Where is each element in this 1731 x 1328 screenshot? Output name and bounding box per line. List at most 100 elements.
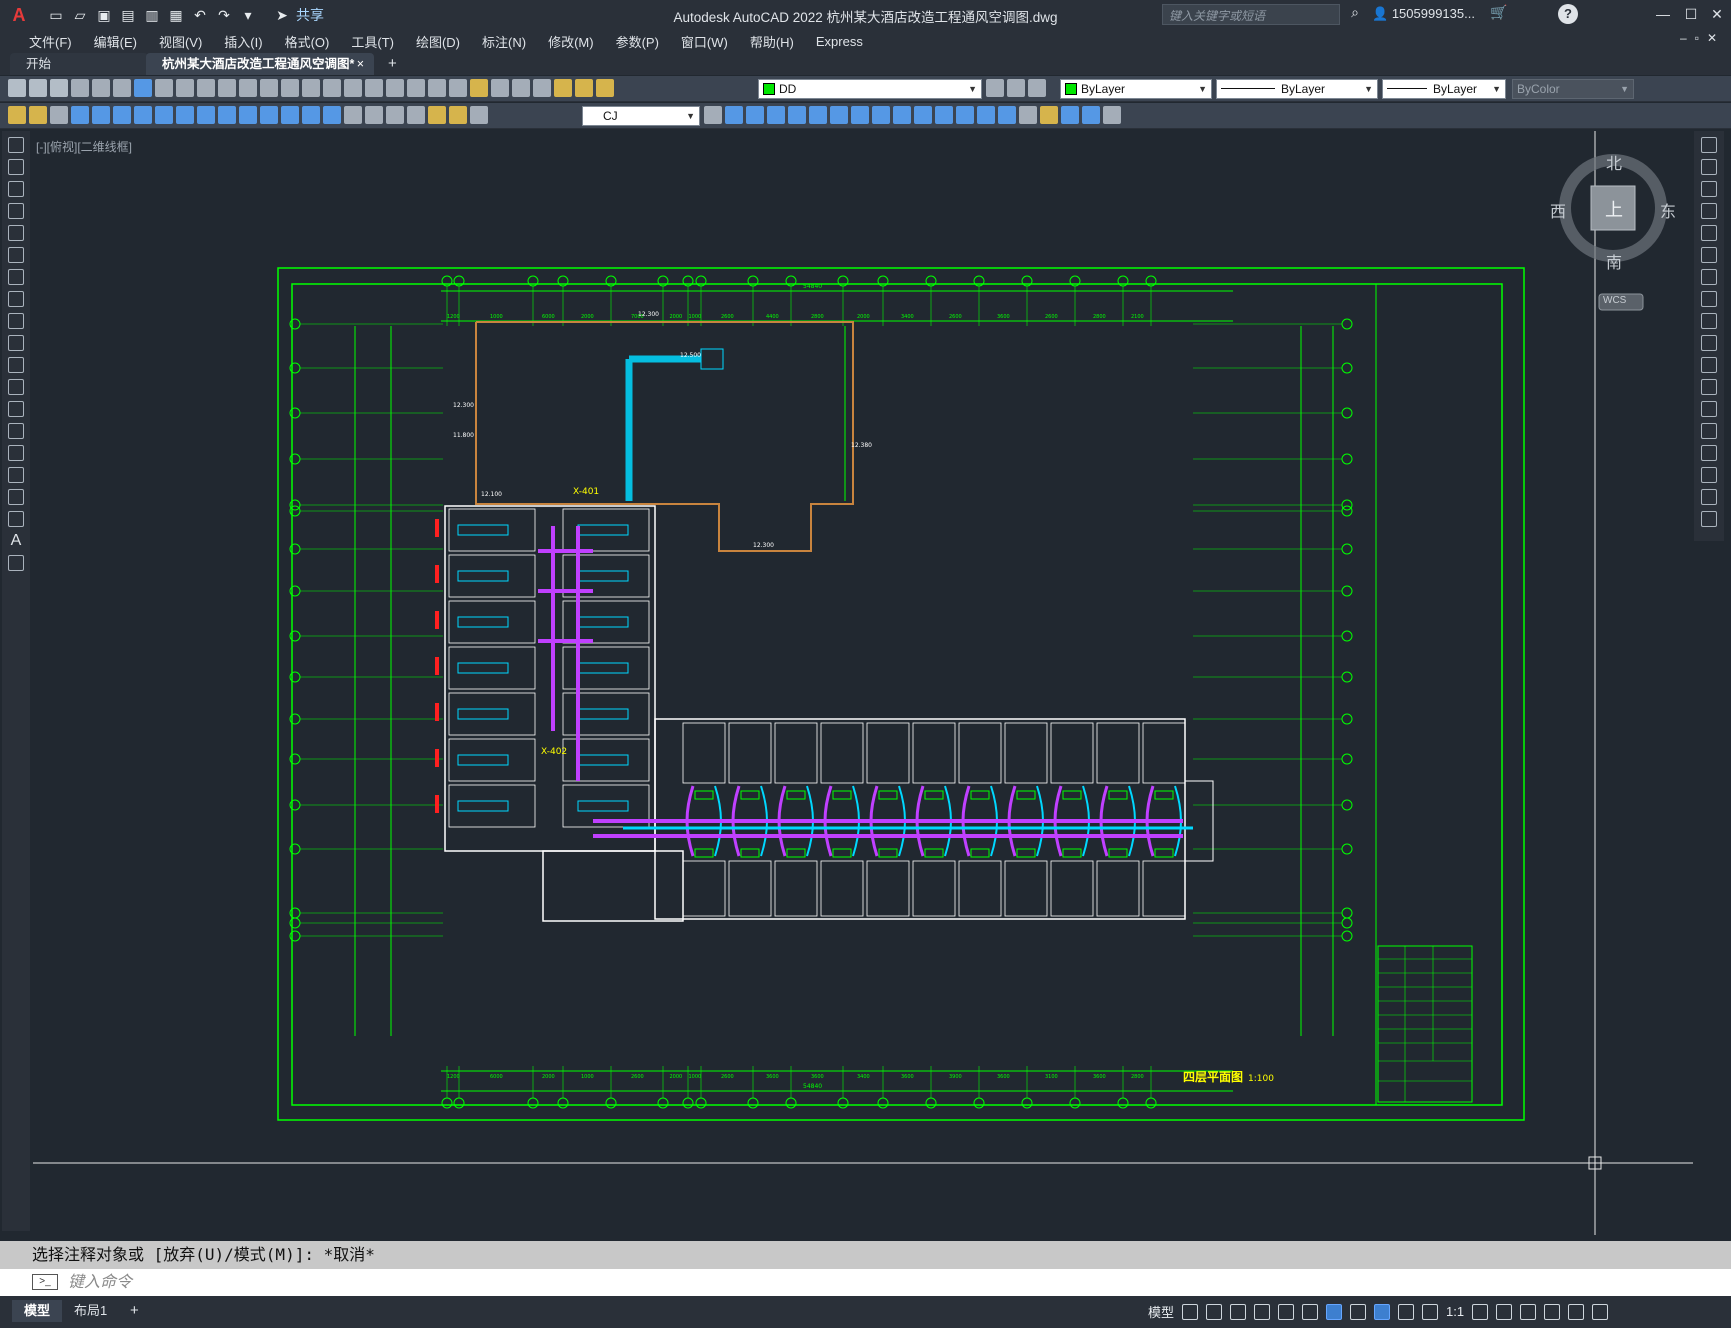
spline-icon[interactable] [8, 313, 24, 329]
quick-properties-icon[interactable] [1544, 1303, 1561, 1320]
layer-on-icon[interactable] [554, 79, 572, 97]
radius-dim-icon[interactable] [155, 106, 173, 124]
chamfer-icon[interactable] [1701, 445, 1717, 461]
dim-text-edit-icon[interactable] [449, 106, 467, 124]
pan-icon[interactable] [302, 79, 320, 97]
construction-line-icon[interactable] [8, 159, 24, 175]
redo-icon[interactable]: ↷ [214, 5, 234, 25]
angular-dim-icon[interactable] [218, 106, 236, 124]
properties-icon[interactable] [386, 79, 404, 97]
layer-dropdown[interactable]: DD ▼ [758, 79, 982, 99]
multiline-text-icon[interactable]: A [8, 533, 24, 549]
lineweight-icon[interactable] [1350, 1303, 1367, 1320]
redo-icon[interactable] [281, 79, 299, 97]
table-icon[interactable] [8, 511, 24, 527]
fillet-icon[interactable] [1701, 467, 1717, 483]
menu-tools[interactable]: 工具(T) [340, 32, 405, 51]
array-icon[interactable] [1701, 225, 1717, 241]
command-input[interactable]: 键入命令 [0, 1269, 1731, 1296]
command-prompt-icon[interactable]: >_ [32, 1274, 58, 1290]
dim-update-icon[interactable] [470, 106, 488, 124]
orbit-icon[interactable] [1082, 106, 1100, 124]
mirror3d-icon[interactable] [872, 106, 890, 124]
customize-qat-icon[interactable]: ▾ [238, 5, 258, 25]
baseline-dim-icon[interactable] [260, 106, 278, 124]
calculator-icon[interactable] [491, 79, 509, 97]
stretch-icon[interactable] [1701, 313, 1717, 329]
annotation-visibility-icon[interactable] [50, 106, 68, 124]
new-icon[interactable] [8, 79, 26, 97]
region-icon[interactable] [8, 489, 24, 505]
trim-icon[interactable] [1701, 335, 1717, 351]
tolerance-icon[interactable] [344, 106, 362, 124]
menu-parametric[interactable]: 参数(P) [605, 32, 670, 51]
scale3d-icon[interactable] [914, 106, 932, 124]
mirror-icon[interactable] [1701, 181, 1717, 197]
quick-dim-icon[interactable] [239, 106, 257, 124]
undo-icon[interactable]: ↶ [190, 5, 210, 25]
save-icon[interactable]: ▣ [94, 5, 114, 25]
add-selected-icon[interactable] [8, 555, 24, 571]
customize-status-icon[interactable] [1592, 1303, 1609, 1320]
menu-insert[interactable]: 插入(I) [213, 32, 273, 51]
annotation-scale-icon[interactable] [1422, 1303, 1439, 1320]
grid-icon[interactable] [1182, 1303, 1199, 1320]
units-icon[interactable] [1520, 1303, 1537, 1320]
menu-window[interactable]: 窗口(W) [670, 32, 739, 51]
move-icon[interactable] [1701, 247, 1717, 263]
open-icon[interactable] [29, 79, 47, 97]
ellipse-icon[interactable] [8, 335, 24, 351]
3d-copy-icon[interactable] [746, 106, 764, 124]
rotate3d-icon[interactable] [893, 106, 911, 124]
viewport-controls[interactable]: [-][俯视][二维线框] [36, 138, 132, 155]
camera-icon[interactable] [998, 106, 1016, 124]
plot-preview-icon[interactable] [92, 79, 110, 97]
make-block-icon[interactable] [8, 401, 24, 417]
auto-scale-icon[interactable] [1398, 1303, 1415, 1320]
menu-dimension[interactable]: 标注(N) [471, 32, 537, 51]
polyline-icon[interactable] [8, 181, 24, 197]
viewcube-top-face[interactable]: 上 [1605, 196, 1623, 222]
design-center-icon[interactable] [407, 79, 425, 97]
save-as-icon[interactable]: ▤ [118, 5, 138, 25]
break-icon[interactable] [1701, 401, 1717, 417]
continue-dim-icon[interactable] [281, 106, 299, 124]
render-icon[interactable] [935, 106, 953, 124]
jogged-linear-icon[interactable] [407, 106, 425, 124]
array-icon[interactable] [809, 106, 827, 124]
polygon-icon[interactable] [8, 203, 24, 219]
layer-previous-icon[interactable] [1007, 79, 1025, 97]
close-tab-icon[interactable]: × [357, 53, 364, 75]
dim-style-icon[interactable] [704, 106, 722, 124]
walk-icon[interactable] [1040, 106, 1058, 124]
polar-tracking-icon[interactable] [1254, 1303, 1271, 1320]
dim-break-icon[interactable] [323, 106, 341, 124]
circle-icon[interactable] [8, 269, 24, 285]
publish-icon[interactable] [113, 79, 131, 97]
plot-icon[interactable] [71, 79, 89, 97]
drawing-canvas[interactable]: 1200 1000 6000 2000 7000 2000 1000 2600 4400 2800… [33, 131, 1693, 1235]
rectangle-icon[interactable] [8, 225, 24, 241]
plus-icon[interactable] [1496, 1303, 1513, 1320]
center-mark-icon[interactable] [365, 106, 383, 124]
user-account-button[interactable]: 👤 1505999135... [1372, 6, 1475, 22]
clean-screen-icon[interactable] [1568, 1303, 1585, 1320]
share-button[interactable]: 共享 [296, 5, 324, 25]
jogged-dim-icon[interactable] [176, 106, 194, 124]
menu-edit[interactable]: 编辑(E) [83, 32, 148, 51]
block-editor-icon[interactable] [239, 79, 257, 97]
cart-icon[interactable]: 🛒 [1490, 4, 1507, 21]
lineweight-dropdown[interactable]: ByLayer ▼ [1382, 79, 1506, 99]
ellipse-arc-icon[interactable] [8, 357, 24, 373]
insert-block-icon[interactable] [8, 379, 24, 395]
hatch-icon[interactable] [8, 445, 24, 461]
annotation-scale-value[interactable]: 1:1 [1446, 1304, 1464, 1319]
match-properties-icon[interactable] [218, 79, 236, 97]
explode-icon[interactable] [1701, 511, 1717, 527]
inspection-icon[interactable] [386, 106, 404, 124]
document-window-controls[interactable]: –▫✕ [1680, 31, 1725, 45]
scale-icon[interactable] [1701, 291, 1717, 307]
paste-icon[interactable] [197, 79, 215, 97]
layer-match-icon[interactable] [1028, 79, 1046, 97]
menu-modify[interactable]: 修改(M) [537, 32, 605, 51]
